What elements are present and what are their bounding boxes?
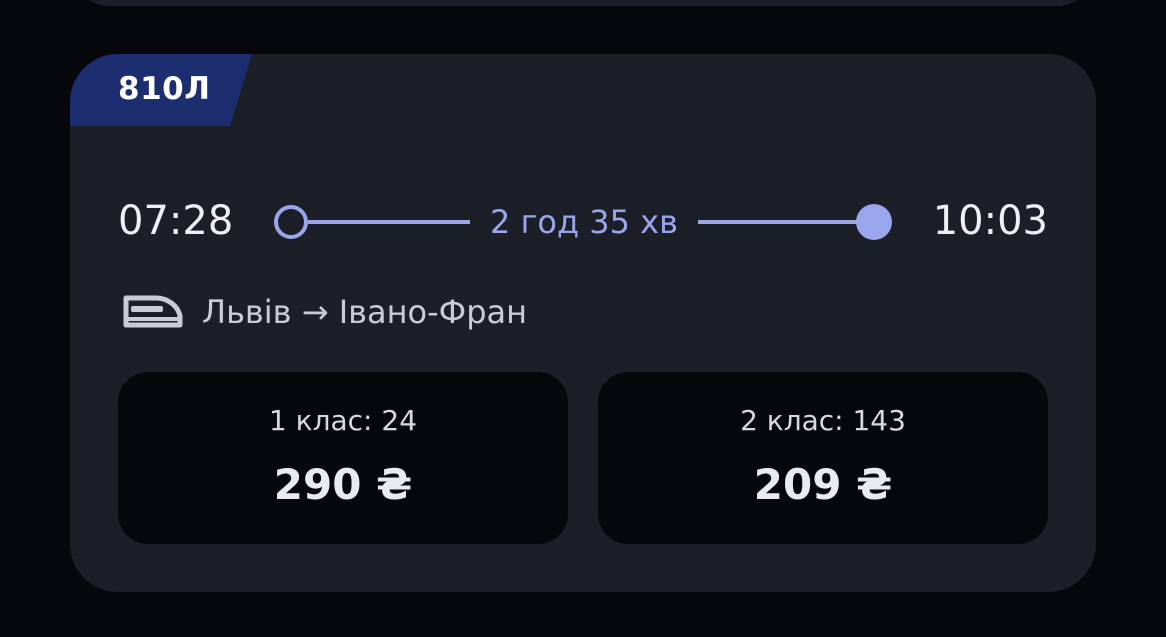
train-number-badge: 810Л (70, 54, 252, 126)
train-number: 810Л (118, 71, 211, 107)
departure-dot-icon (274, 205, 308, 239)
timeline-line-right (698, 220, 860, 224)
train-card[interactable]: 810Л 07:28 2 год 35 хв 10:03 Львів → Іва… (70, 54, 1096, 592)
fare-price: 209 ₴ (753, 460, 893, 509)
fare-option-class-1[interactable]: 1 клас: 24 290 ₴ (118, 372, 568, 544)
train-icon (123, 295, 183, 328)
arrival-time: 10:03 (932, 198, 1048, 244)
arrival-dot-icon (856, 204, 892, 240)
class-availability: 1 клас: 24 (268, 404, 418, 437)
route-info: Львів → Івано-Фран (122, 292, 527, 332)
journey-timeline: 2 год 35 хв (274, 203, 892, 241)
trip-duration: 2 год 35 хв (490, 203, 678, 241)
departure-time: 07:28 (118, 198, 234, 244)
previous-train-card[interactable] (70, 0, 1096, 6)
route-text: Львів → Івано-Фран (202, 293, 528, 331)
class-availability: 2 клас: 143 (740, 404, 906, 437)
timeline-line-left (308, 220, 470, 224)
fare-price: 290 ₴ (273, 460, 413, 509)
fare-option-class-2[interactable]: 2 клас: 143 209 ₴ (598, 372, 1048, 544)
